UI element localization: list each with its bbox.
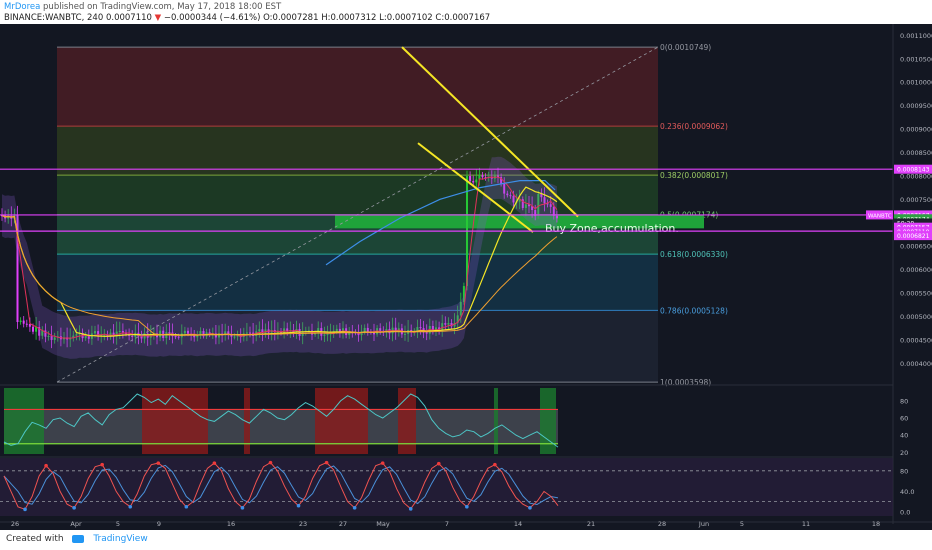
fib-level-label: 1(0.0003598)	[660, 378, 711, 387]
candle-body	[32, 326, 34, 332]
price-axis-label: 0.0008500	[900, 149, 932, 157]
tradingview-brand[interactable]: TradingView	[93, 534, 147, 544]
stoch-oversold-marker	[408, 507, 413, 511]
price-axis-label: 0.0009500	[900, 102, 932, 110]
fib-zone	[57, 254, 658, 311]
stoch-axis-label: 80	[900, 467, 908, 475]
stoch-oversold-marker	[23, 507, 27, 512]
stoch-oversold-marker	[296, 503, 301, 508]
stoch-oversold-marker	[528, 505, 532, 510]
high-value: H:0.0007312	[321, 13, 377, 23]
stoch-oversold-marker	[184, 504, 189, 509]
time-axis-label: Jun	[698, 520, 709, 528]
price-tag-text: 0.0008143	[897, 167, 930, 174]
price-axis-label: 0.0010500	[900, 55, 932, 63]
stoch-overbought-marker	[493, 462, 497, 467]
time-axis-label: 23	[299, 520, 307, 528]
price-axis-label: 0.0004500	[900, 336, 932, 344]
rsi-axis-label: 20	[900, 449, 908, 457]
created-with-label: Created with	[6, 534, 64, 544]
symbol-tag-text: WANBTC	[868, 213, 892, 219]
stoch-oversold-marker	[352, 505, 357, 510]
price-axis-label: 0.0011000	[900, 32, 932, 40]
time-axis-label: 28	[658, 520, 666, 528]
price-axis-label: 0.0010000	[900, 79, 932, 87]
candle-body	[469, 176, 472, 182]
stoch-oversold-marker	[128, 504, 133, 509]
price-axis-label: 0.0005000	[900, 313, 932, 321]
stoch-overbought-marker	[324, 460, 329, 465]
chart-footer: Created with TradingView	[0, 530, 932, 550]
stoch-overbought-marker	[268, 460, 273, 465]
time-axis-label: 14	[514, 520, 522, 528]
fib-zone	[57, 126, 658, 176]
time-axis-label: 27	[339, 520, 347, 528]
price-axis-label: 0.0006500	[900, 243, 932, 251]
stoch-background	[0, 458, 893, 516]
time-axis-label: 16	[227, 520, 235, 528]
tradingview-logo-icon	[72, 534, 85, 543]
price-tag-text: 0.0006821	[897, 233, 930, 240]
ohlc-line: BINANCE:WANBTC, 240 0.0007110 ▼ −0.00003…	[4, 13, 490, 23]
fib-level-label: 0.786(0.0005128)	[660, 306, 728, 315]
price-axis-label: 0.0005500	[900, 290, 932, 298]
symbol-label: BINANCE:WANBTC, 240	[4, 13, 104, 23]
low-value: L:0.0007102	[379, 13, 433, 23]
close-value: C:0.0007167	[435, 13, 491, 23]
publish-line: MrDorea published on TradingView.com, Ma…	[4, 2, 281, 12]
price-axis-label: 0.0009000	[900, 126, 932, 134]
time-axis-label: 18	[872, 520, 880, 528]
fib-level-label: 0.236(0.0009062)	[660, 122, 728, 131]
stoch-overbought-marker	[156, 461, 161, 465]
stoch-oversold-marker	[465, 504, 469, 509]
fib-level-label: 0.618(0.0006330)	[660, 250, 728, 259]
publish-info: published on TradingView.com, May 17, 20…	[43, 2, 282, 12]
buy-zone-label: Buy Zone,accumulation.	[545, 222, 679, 235]
time-axis-label: 21	[587, 520, 595, 528]
time-axis-label: 5	[116, 520, 120, 528]
candle-body	[22, 320, 25, 324]
last-price: 0.0007110	[105, 13, 152, 23]
time-axis-label: May	[376, 520, 390, 528]
time-axis-label: 11	[802, 520, 810, 528]
candle-body	[475, 179, 478, 183]
fib-zone	[57, 175, 658, 215]
stoch-oversold-marker	[240, 505, 245, 510]
fib-zone	[57, 47, 658, 127]
chart-canvas[interactable]: 0(0.0010749) 0.236(0.0009062) 0.382(0.0008…	[0, 24, 932, 530]
stoch-overbought-marker	[436, 461, 441, 466]
rsi-axis-label: 60	[900, 415, 908, 423]
rsi-axis-label: 80	[900, 397, 908, 405]
candle-body	[25, 323, 28, 325]
open-value: O:0.0007281	[263, 13, 319, 23]
price-change: −0.0000344 (−4.61%)	[163, 13, 261, 23]
rsi-background-band	[4, 409, 558, 444]
price-axis-label: 0.0007500	[900, 196, 932, 204]
fib-level-label: 0.382(0.0008017)	[660, 171, 728, 180]
price-axis-label: 0.0004000	[900, 360, 932, 368]
time-axis-label: 9	[157, 520, 161, 528]
stoch-axis-label: 40.0	[900, 488, 914, 496]
stoch-overbought-marker	[44, 463, 48, 468]
stoch-axis-label: 0.0	[900, 508, 910, 516]
time-axis-label: 26	[11, 520, 19, 528]
author-link[interactable]: MrDorea	[4, 2, 40, 12]
down-arrow-icon: ▼	[154, 13, 162, 23]
rsi-axis-label: 40	[900, 432, 908, 440]
time-axis-label: 5	[740, 520, 744, 528]
stoch-oversold-marker	[72, 505, 76, 510]
candle-body	[472, 181, 475, 183]
time-axis-label: Apr	[70, 520, 82, 528]
stoch-overbought-marker	[212, 461, 217, 465]
fib-level-label: 0(0.0010749)	[660, 43, 711, 52]
chart-header: MrDorea published on TradingView.com, Ma…	[0, 0, 932, 24]
price-axis-label: 0.0006000	[900, 266, 932, 274]
time-axis-label: 7	[445, 520, 449, 528]
stoch-overbought-marker	[380, 461, 385, 465]
candle-body	[481, 175, 484, 178]
stoch-overbought-marker	[100, 462, 104, 467]
candle-body	[19, 320, 22, 323]
